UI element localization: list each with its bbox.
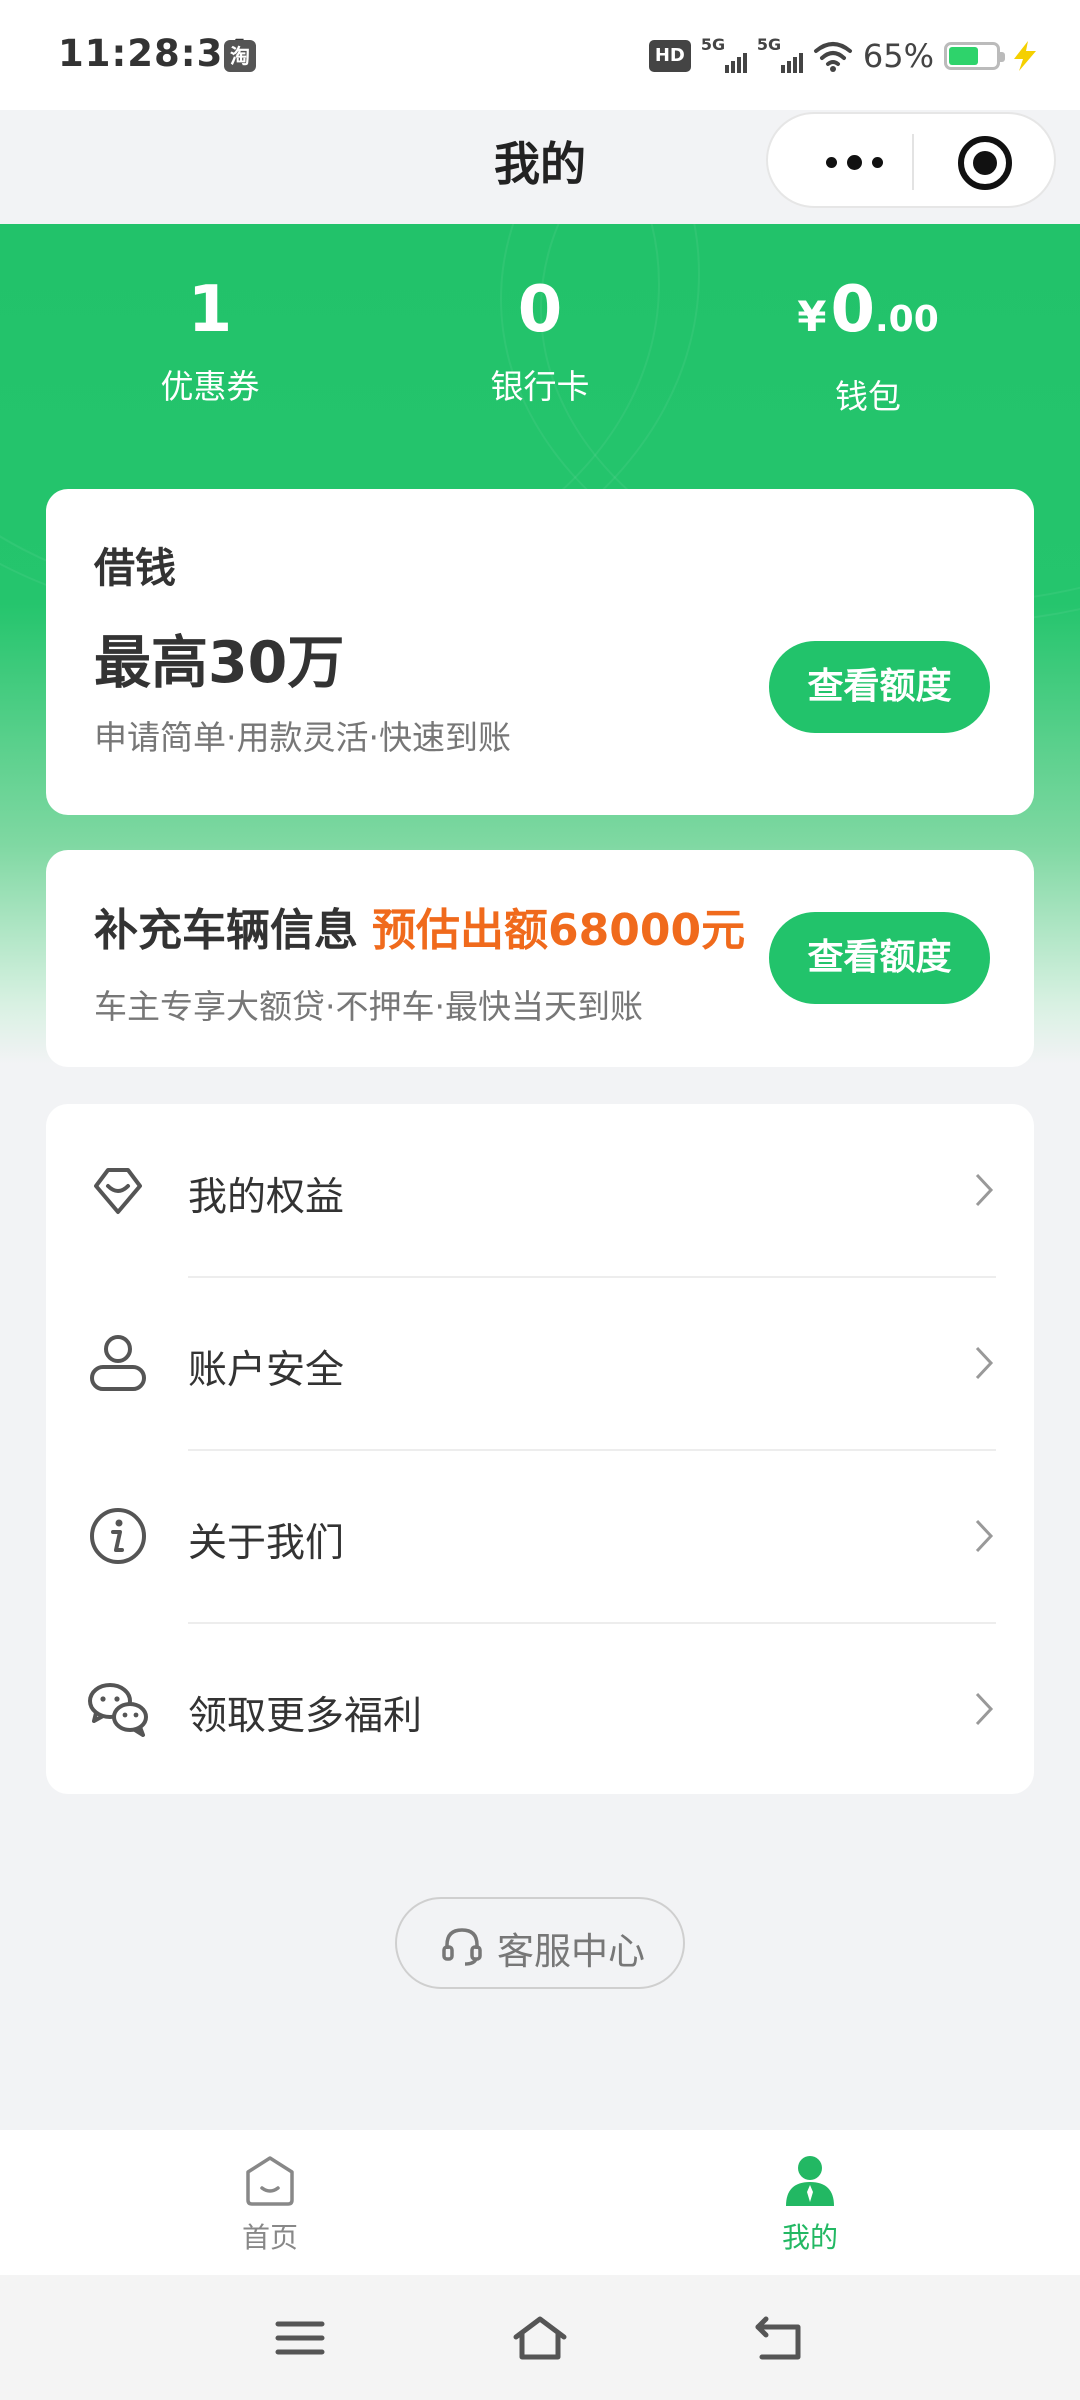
taobao-notification-icon: 淘 — [224, 40, 256, 72]
bottom-tab-bar: 首页 我的 — [0, 2130, 1080, 2275]
vehicle-view-credit-button[interactable]: 查看额度 — [769, 912, 990, 1004]
coupon-label: 优惠券 — [160, 367, 260, 406]
headset-icon — [442, 1928, 482, 1966]
tab-home-label: 首页 — [241, 2221, 298, 2254]
chevron-right-icon — [975, 1692, 994, 1726]
capsule-divider — [912, 134, 914, 190]
back-icon[interactable] — [752, 2313, 808, 2363]
home-icon — [246, 2156, 294, 2206]
vehicle-description: 车主专享大额贷·不押车·最快当天到账 — [94, 987, 643, 1026]
battery-percent: 65% — [862, 37, 934, 75]
info-icon — [90, 1508, 146, 1564]
menu-label-more-benefits: 领取更多福利 — [188, 1694, 423, 1739]
menu-list: 我的权益 账户安全 关于我们 领取更多福利 — [46, 1104, 1034, 1794]
menu-label-account-security: 账户安全 — [188, 1348, 345, 1393]
tab-home[interactable]: 首页 — [0, 2130, 540, 2275]
vehicle-info-card[interactable]: 补充车辆信息 预估出额68000元 车主专享大额贷·不押车·最快当天到账 查看额度 — [46, 850, 1034, 1067]
chevron-right-icon — [975, 1173, 994, 1207]
system-navigation-bar — [0, 2275, 1080, 2400]
wallet-decimals: .00 — [874, 299, 939, 340]
chevron-right-icon — [975, 1346, 994, 1380]
hd-voice-icon: HD — [648, 40, 691, 72]
wechat-icon — [88, 1683, 148, 1737]
miniprogram-capsule — [766, 112, 1056, 208]
more-menu-button[interactable] — [804, 138, 904, 186]
loan-card[interactable]: 借钱 最高30万 申请简单·用款灵活·快速到账 查看额度 — [46, 489, 1034, 815]
bank-card-count: 0 — [517, 273, 563, 347]
signal-5g-icon: 5G — [701, 35, 747, 73]
wallet-stat[interactable]: ¥0.00 钱包 — [718, 270, 1018, 418]
status-indicators: HD 5G 5G 65% — [648, 34, 1040, 78]
coupon-stat[interactable]: 1 优惠券 — [60, 270, 360, 408]
vehicle-title-text: 补充车辆信息 — [94, 905, 358, 956]
menu-item-more-benefits[interactable]: 领取更多福利 — [46, 1623, 1034, 1795]
menu-label-about-us: 关于我们 — [188, 1521, 345, 1566]
currency-symbol: ¥ — [797, 292, 827, 341]
estimated-amount: 预估出额68000元 — [372, 905, 746, 956]
status-time: 11:28:34 — [58, 32, 251, 75]
wallet-integer: 0 — [830, 273, 875, 347]
bank-card-label: 银行卡 — [490, 367, 590, 406]
menu-icon[interactable] — [272, 2313, 328, 2363]
account-stats: 1 优惠券 0 银行卡 ¥0.00 钱包 — [0, 270, 1080, 420]
bank-card-stat[interactable]: 0 银行卡 — [390, 270, 690, 408]
menu-item-about-us[interactable]: 关于我们 — [46, 1450, 1034, 1622]
close-miniprogram-button[interactable] — [958, 136, 1012, 190]
customer-service-button[interactable]: 客服中心 — [395, 1897, 685, 1989]
account-icon — [90, 1335, 146, 1391]
chevron-right-icon — [975, 1519, 994, 1553]
menu-item-account-security[interactable]: 账户安全 — [46, 1277, 1034, 1449]
loan-description: 申请简单·用款灵活·快速到账 — [94, 718, 511, 757]
home-nav-icon[interactable] — [512, 2313, 568, 2363]
wallet-balance: ¥0.00 — [718, 270, 1018, 360]
coupon-count: 1 — [187, 273, 233, 347]
loan-title: 借钱 — [94, 544, 176, 592]
battery-icon — [944, 42, 1005, 70]
benefits-icon — [94, 1168, 142, 1214]
signal-label-2: 5G — [756, 35, 782, 54]
status-bar: 11:28:34 淘 HD 5G 5G 65% — [0, 0, 1080, 110]
profile-icon — [786, 2156, 834, 2206]
menu-label-benefits: 我的权益 — [188, 1175, 345, 1220]
signal-label: 5G — [700, 35, 726, 54]
wifi-icon — [813, 42, 852, 72]
view-credit-button[interactable]: 查看额度 — [769, 641, 990, 733]
loan-max-amount: 最高30万 — [94, 630, 345, 696]
menu-item-benefits[interactable]: 我的权益 — [46, 1104, 1034, 1276]
customer-service-label: 客服中心 — [497, 1930, 645, 1973]
wallet-label: 钱包 — [835, 377, 901, 416]
tab-mine[interactable]: 我的 — [540, 2130, 1080, 2275]
charging-bolt-icon — [1014, 41, 1036, 71]
vehicle-title: 补充车辆信息 预估出额68000元 — [94, 894, 745, 958]
tab-mine-label: 我的 — [781, 2221, 838, 2254]
signal-5g-icon-2: 5G — [757, 35, 803, 73]
profile-page: 11:28:34 淘 HD 5G 5G 65% 我的 1 优惠券 0 银行卡 ¥… — [0, 0, 1080, 2400]
